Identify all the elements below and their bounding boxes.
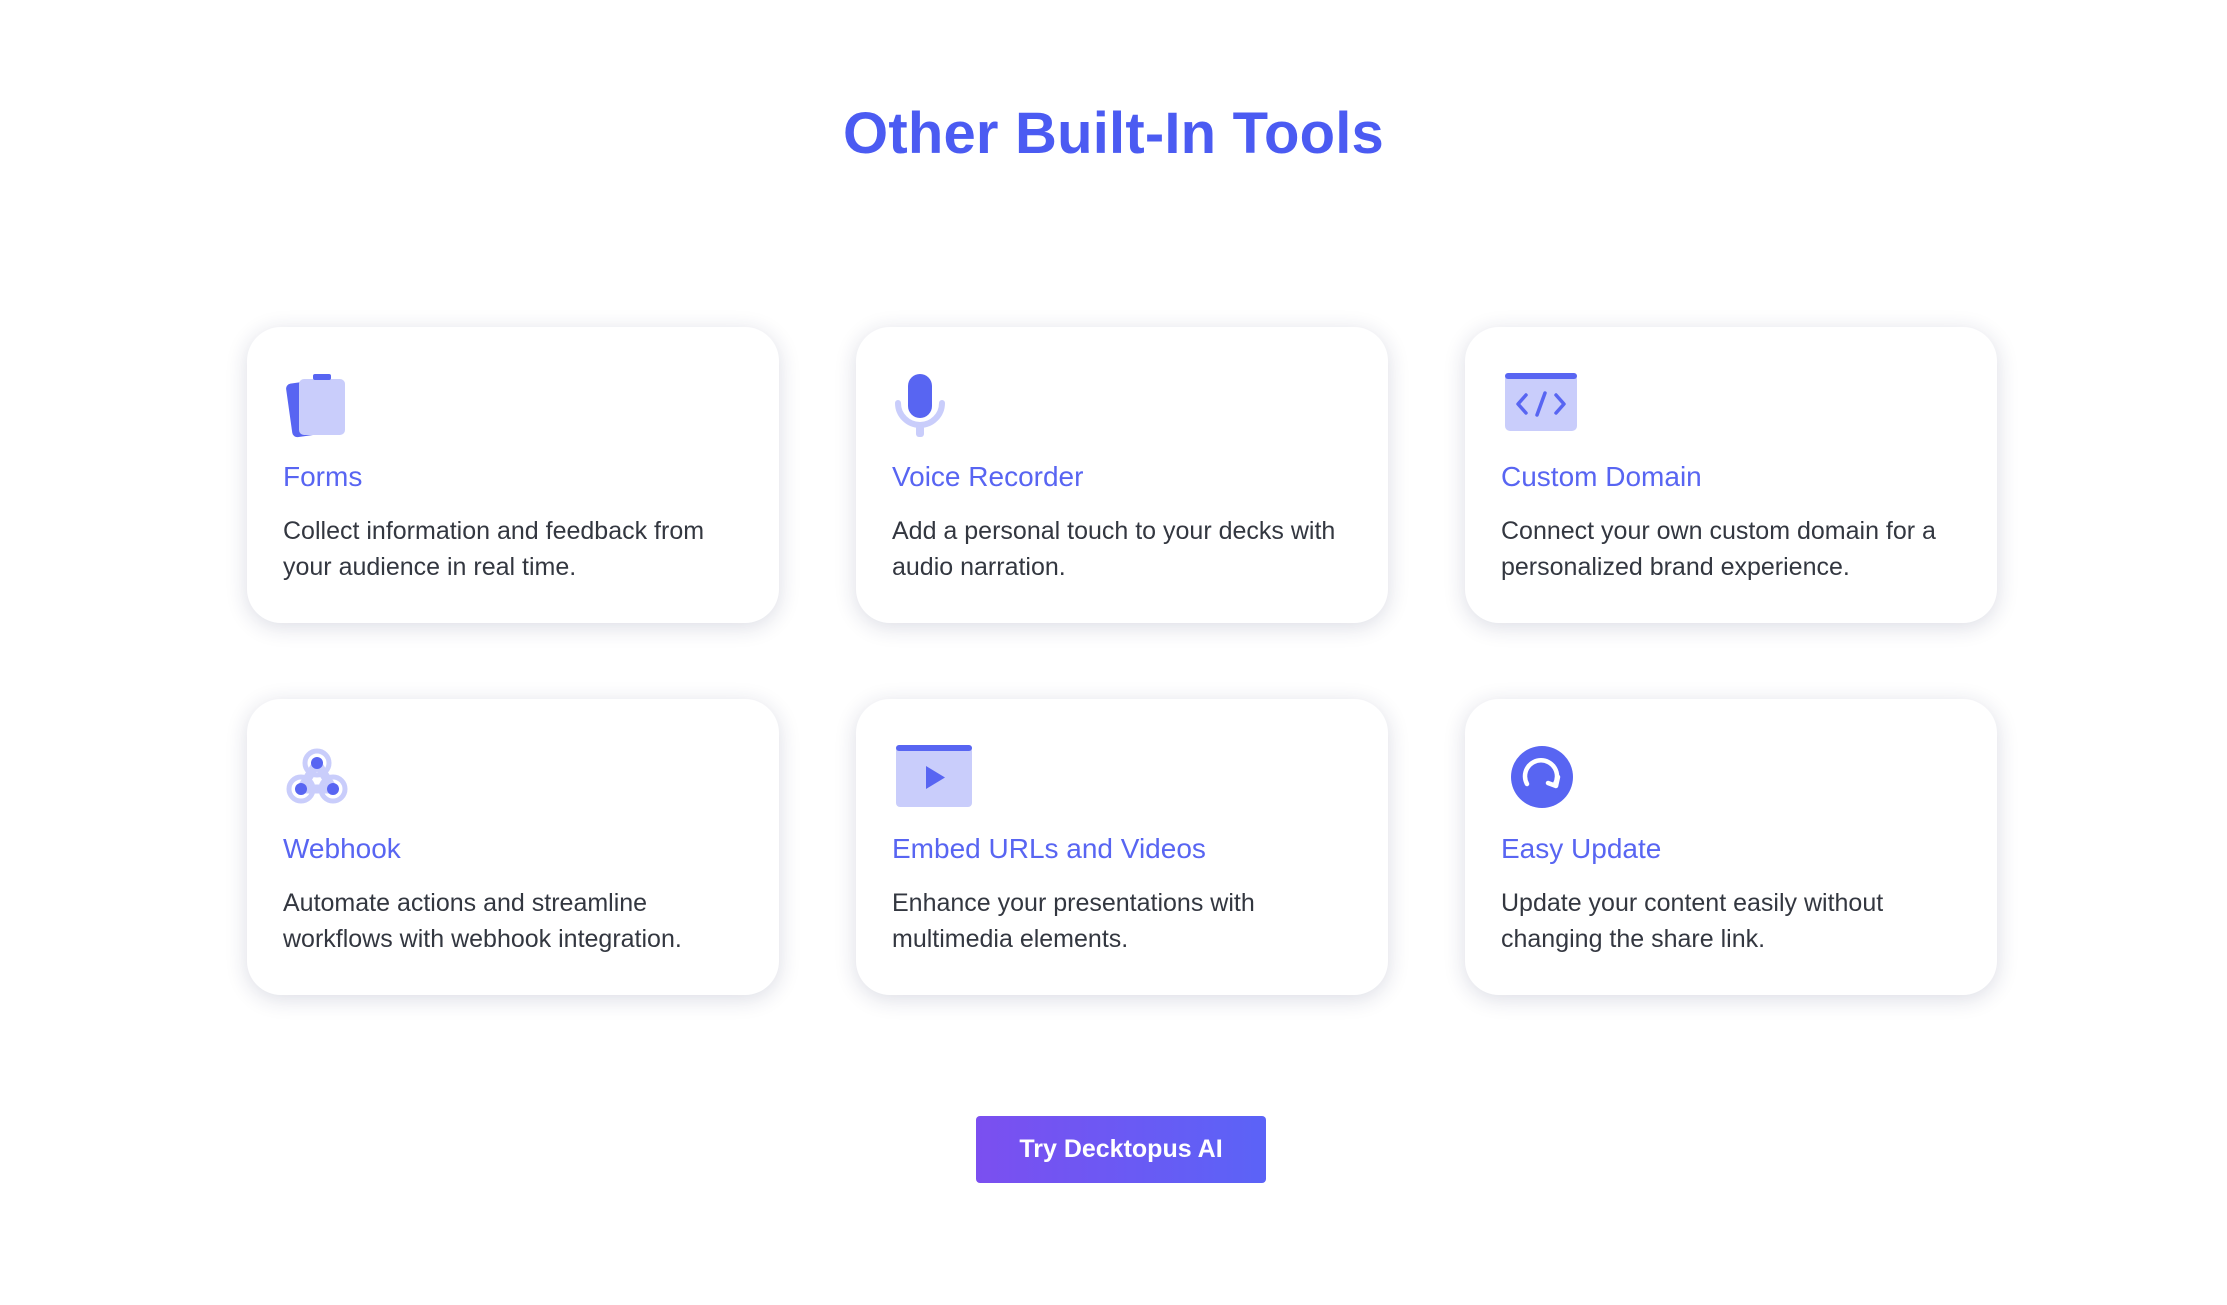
card-description: Update your content easily without chang…	[1501, 889, 1884, 953]
code-window-icon	[1501, 369, 1581, 441]
video-play-icon	[892, 741, 972, 813]
tool-card-easy-update: Easy Update Update your content easily w…	[1465, 699, 1997, 995]
card-description: Connect your own custom domain for a per…	[1501, 517, 1936, 581]
card-title: Easy Update	[1501, 833, 1662, 864]
forms-clipboard-icon	[283, 369, 363, 441]
card-description: Add a personal touch to your decks with …	[892, 517, 1336, 581]
tool-card-custom-domain: Custom Domain Connect your own custom do…	[1465, 327, 1997, 623]
card-title: Embed URLs and Videos	[892, 833, 1206, 864]
card-description: Enhance your presentations with multimed…	[892, 889, 1255, 953]
card-description: Automate actions and streamline workflow…	[283, 889, 682, 953]
card-title: Forms	[283, 461, 363, 492]
tool-card-embed-urls-videos: Embed URLs and Videos Enhance your prese…	[856, 699, 1388, 995]
card-title: Voice Recorder	[892, 461, 1084, 492]
webhook-icon	[283, 741, 363, 813]
try-decktopus-ai-button[interactable]: Try Decktopus AI	[976, 1116, 1266, 1183]
page-title: Other Built-In Tools	[843, 101, 1384, 166]
tool-card-webhook: Webhook Automate actions and streamline …	[247, 699, 779, 995]
card-title: Custom Domain	[1501, 461, 1702, 492]
tool-card-forms: Forms Collect information and feedback f…	[247, 327, 779, 623]
microphone-icon	[892, 369, 972, 441]
tool-card-voice-recorder: Voice Recorder Add a personal touch to y…	[856, 327, 1388, 623]
card-description: Collect information and feedback from yo…	[283, 517, 705, 581]
card-title: Webhook	[283, 833, 401, 864]
refresh-circle-icon	[1501, 741, 1581, 813]
